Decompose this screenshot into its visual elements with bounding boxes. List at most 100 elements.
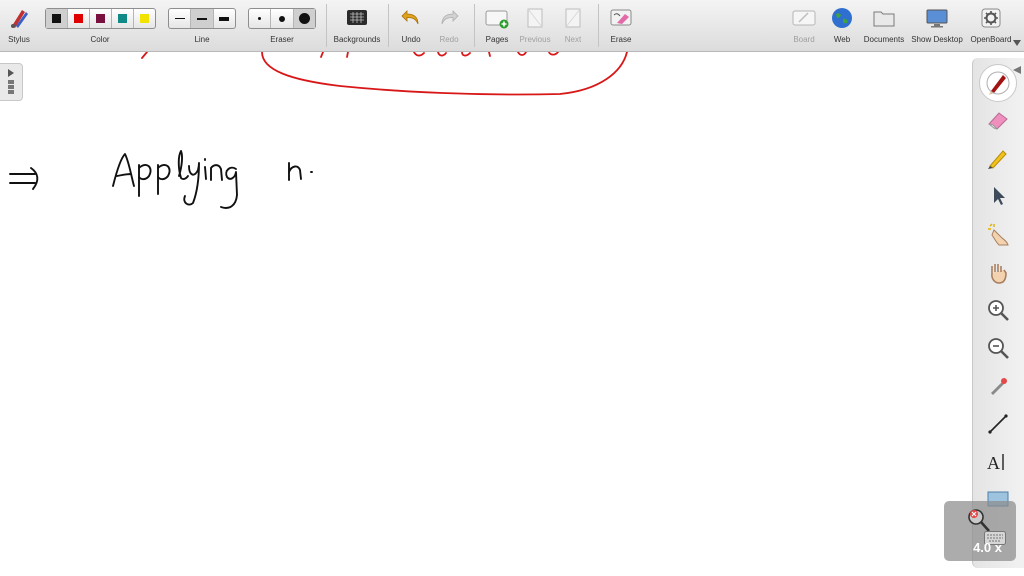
previous-page-icon	[527, 8, 543, 28]
eraser-small-icon	[258, 17, 262, 20]
redo-button[interactable]: Redo	[434, 0, 464, 51]
zoom-indicator[interactable]: 4.0 x	[944, 501, 1016, 561]
erase-label: Erase	[610, 35, 632, 44]
pointer-icon	[994, 187, 1005, 205]
color-label: Color	[90, 35, 110, 44]
color-swatch-maroon[interactable]	[90, 9, 112, 28]
grab-tool[interactable]	[983, 257, 1013, 287]
color-swatch-fill	[52, 14, 61, 23]
next-page-icon	[565, 8, 581, 28]
color-swatch-red[interactable]	[68, 9, 90, 28]
text-icon: A	[987, 453, 1004, 473]
next-page-button[interactable]: Next	[556, 0, 590, 51]
line-thin-icon	[174, 18, 185, 19]
openboard-menu-button[interactable]: OpenBoard	[966, 0, 1016, 51]
documents-button[interactable]: Documents	[862, 0, 906, 51]
documents-label: Documents	[863, 35, 905, 44]
line-medium-icon	[196, 17, 207, 20]
svg-text:A: A	[987, 453, 1000, 473]
zoom-level-text: 4.0 x	[973, 540, 1002, 555]
zoom-out-tool[interactable]	[983, 333, 1013, 363]
highlighter-icon	[988, 150, 1007, 169]
pages-button[interactable]: Pages	[480, 0, 514, 51]
line-thick-icon	[219, 16, 230, 21]
stylus-button[interactable]: Stylus	[2, 0, 36, 51]
color-group: Color	[44, 0, 156, 51]
black-ink-strokes	[9, 150, 313, 209]
pointer-tool[interactable]	[983, 181, 1013, 211]
erase-button[interactable]: Erase	[604, 0, 638, 51]
next-label: Next	[564, 35, 582, 44]
pages-label: Pages	[485, 35, 509, 44]
stylus-tool-palette: A	[972, 58, 1024, 568]
zoom-in-icon	[988, 300, 1009, 321]
toolbar-divider	[326, 4, 327, 47]
chevron-right-icon	[8, 69, 14, 77]
undo-icon	[401, 10, 419, 25]
line-label: Line	[194, 35, 210, 44]
color-swatch-fill	[118, 14, 127, 23]
undo-button[interactable]: Undo	[396, 0, 426, 51]
color-palette	[45, 8, 156, 29]
redo-label: Redo	[439, 35, 459, 44]
whiteboard-canvas[interactable]	[0, 52, 972, 576]
board-label: Board	[793, 35, 815, 44]
laser-pointer-tool[interactable]	[983, 371, 1013, 401]
page-thumbnails-toggle[interactable]	[0, 63, 23, 101]
backgrounds-label: Backgrounds	[333, 35, 381, 44]
zoom-in-tool[interactable]	[983, 295, 1013, 325]
eraser-size-selector	[248, 8, 316, 29]
color-swatch-fill	[96, 14, 105, 23]
add-page-icon	[485, 10, 509, 29]
pen-tool[interactable]	[979, 64, 1017, 102]
openboard-label: OpenBoard	[970, 35, 1012, 44]
web-label: Web	[833, 35, 851, 44]
eraser-group: Eraser	[248, 0, 316, 51]
interact-tool[interactable]	[983, 219, 1013, 249]
grab-hand-icon	[991, 264, 1007, 284]
line-tool[interactable]	[983, 409, 1013, 439]
color-swatch-black[interactable]	[46, 9, 68, 28]
board-button[interactable]: Board	[788, 0, 820, 51]
redo-icon	[441, 10, 459, 25]
eraser-medium-button[interactable]	[271, 9, 294, 28]
stylus-label: Stylus	[8, 35, 30, 44]
line-medium-button[interactable]	[191, 9, 214, 28]
chevron-down-icon[interactable]	[1013, 40, 1021, 46]
red-ink-strokes	[141, 52, 628, 96]
text-tool[interactable]: A	[983, 447, 1013, 477]
color-swatch-fill	[74, 14, 83, 23]
globe-icon	[832, 8, 852, 28]
line-width-selector	[168, 8, 236, 29]
backgrounds-icon	[347, 10, 367, 25]
previous-page-button[interactable]: Previous	[516, 0, 554, 51]
color-swatch-fill	[140, 14, 149, 23]
eraser-large-button[interactable]	[293, 9, 315, 28]
desktop-icon	[926, 9, 948, 28]
web-button[interactable]: Web	[826, 0, 858, 51]
board-icon	[792, 10, 816, 26]
stylus-icon	[11, 10, 28, 28]
undo-label: Undo	[401, 35, 421, 44]
main-toolbar: Stylus Color Line Eraser Backgrounds Und…	[0, 0, 1024, 52]
line-group: Line	[168, 0, 236, 51]
highlighter-tool[interactable]	[983, 143, 1013, 173]
eraser-icon	[988, 112, 1008, 130]
color-swatch-yellow[interactable]	[134, 9, 155, 28]
page-stack-icon	[8, 80, 14, 94]
show-desktop-button[interactable]: Show Desktop	[908, 0, 966, 51]
backgrounds-button[interactable]: Backgrounds	[330, 0, 384, 51]
line-thin-button[interactable]	[169, 9, 192, 28]
color-swatch-teal[interactable]	[112, 9, 134, 28]
gear-icon	[981, 8, 1001, 28]
interact-hand-icon	[988, 223, 1009, 246]
toolbar-divider	[474, 4, 475, 47]
laser-pointer-icon	[991, 378, 1007, 395]
eraser-tool[interactable]	[983, 105, 1013, 135]
zoom-out-icon	[988, 338, 1009, 359]
previous-label: Previous	[519, 35, 551, 44]
eraser-medium-icon	[278, 15, 285, 22]
line-thick-button[interactable]	[214, 9, 235, 28]
eraser-large-icon	[298, 13, 310, 24]
eraser-small-button[interactable]	[249, 9, 272, 28]
